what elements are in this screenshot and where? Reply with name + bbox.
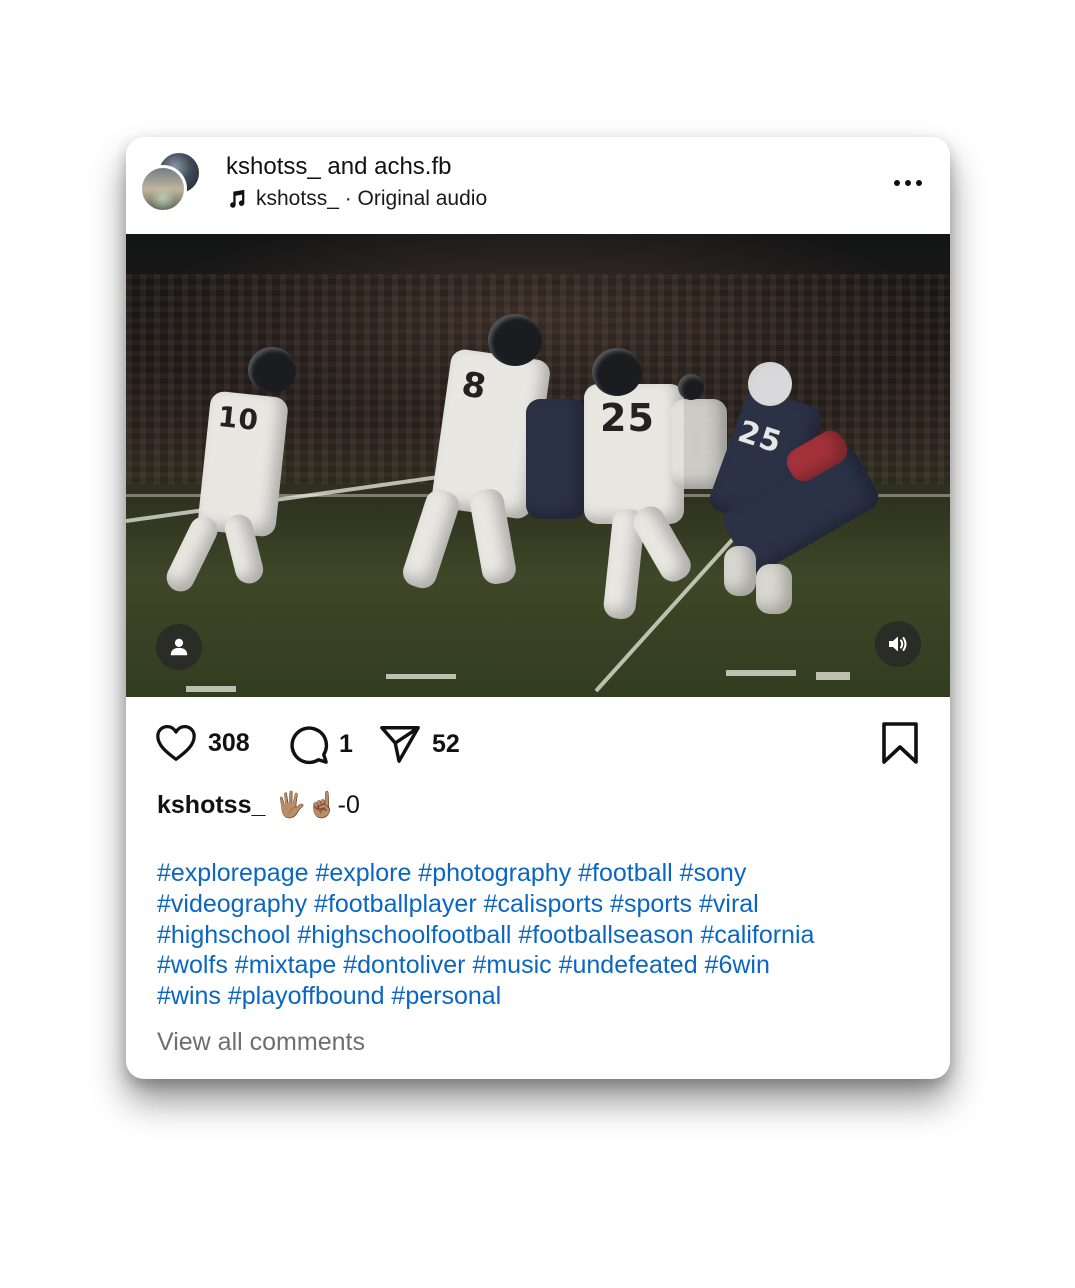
yard-line — [816, 672, 850, 680]
share-count[interactable]: 52 — [432, 730, 460, 759]
hashtag-block: #explorepage #explore #photography #foot… — [157, 858, 927, 1012]
audio-info[interactable]: kshotss_ · Original audio — [226, 186, 487, 212]
heart-icon — [156, 725, 196, 761]
collab-avatars[interactable] — [139, 151, 203, 215]
comment-icon — [290, 726, 329, 765]
hashtag-line[interactable]: #highschool #highschoolfootball #footbal… — [157, 920, 927, 951]
player-leg — [161, 511, 223, 597]
caption-username[interactable]: kshotss_ — [157, 791, 265, 820]
player-helmet — [592, 348, 642, 396]
hashtag-line[interactable]: #videography #footballplayer #calisports… — [157, 889, 927, 920]
action-bar: 308 1 52 — [126, 719, 950, 769]
jersey-number-25: 25 — [600, 396, 655, 440]
post-header: kshotss_ and achs.fb kshotss_ · Original… — [126, 137, 950, 234]
post-authors: kshotss_ and achs.fb — [226, 153, 452, 181]
comment-button[interactable]: 1 — [287, 723, 353, 765]
player-helmet — [248, 347, 296, 393]
yard-line — [386, 674, 456, 679]
music-note-icon — [230, 189, 245, 208]
post-video[interactable]: 10 8 25 25 — [126, 234, 950, 697]
sound-toggle-button[interactable] — [875, 621, 921, 667]
user-tag-button[interactable] — [156, 624, 202, 670]
post-card: kshotss_ and achs.fb kshotss_ · Original… — [126, 137, 950, 1079]
player-helmet — [678, 374, 704, 400]
player-helmet — [488, 314, 542, 366]
audio-author: kshotss_ — [256, 187, 339, 210]
author-primary-link[interactable]: kshotss_ — [226, 153, 321, 180]
jersey-number-10: 10 — [216, 399, 261, 438]
comment-count[interactable]: 1 — [339, 730, 353, 759]
yard-line — [726, 670, 796, 676]
bookmark-icon[interactable] — [880, 721, 920, 765]
player-helmet — [748, 362, 792, 406]
share-button[interactable]: 52 — [378, 723, 460, 765]
yard-line — [186, 686, 236, 692]
player-leg — [756, 564, 792, 614]
author-secondary-link[interactable]: achs.fb — [374, 153, 451, 180]
hashtag-line[interactable]: #wins #playoffbound #personal — [157, 981, 927, 1012]
avatar-kshotss[interactable] — [139, 165, 187, 213]
more-options-icon[interactable] — [888, 173, 928, 193]
hashtag-line[interactable]: #wolfs #mixtape #dontoliver #music #unde… — [157, 950, 927, 981]
player-leg — [724, 546, 756, 596]
opponent-player — [526, 399, 586, 519]
user-tag-icon — [170, 638, 188, 656]
audio-separator: · — [338, 187, 358, 210]
caption-text: 🖐🏽☝🏽-0 — [275, 791, 360, 819]
view-all-comments-link[interactable]: View all comments — [157, 1028, 365, 1057]
author-connector: and — [320, 153, 375, 180]
like-count[interactable]: 308 — [208, 729, 250, 758]
send-icon — [380, 726, 420, 763]
speaker-icon — [889, 636, 907, 652]
caption: kshotss_ 🖐🏽☝🏽-0 — [157, 791, 360, 820]
audio-label: Original audio — [357, 187, 488, 210]
hashtag-line[interactable]: #explorepage #explore #photography #foot… — [157, 858, 927, 889]
player-leg — [399, 486, 463, 592]
like-button[interactable]: 308 — [154, 723, 250, 763]
